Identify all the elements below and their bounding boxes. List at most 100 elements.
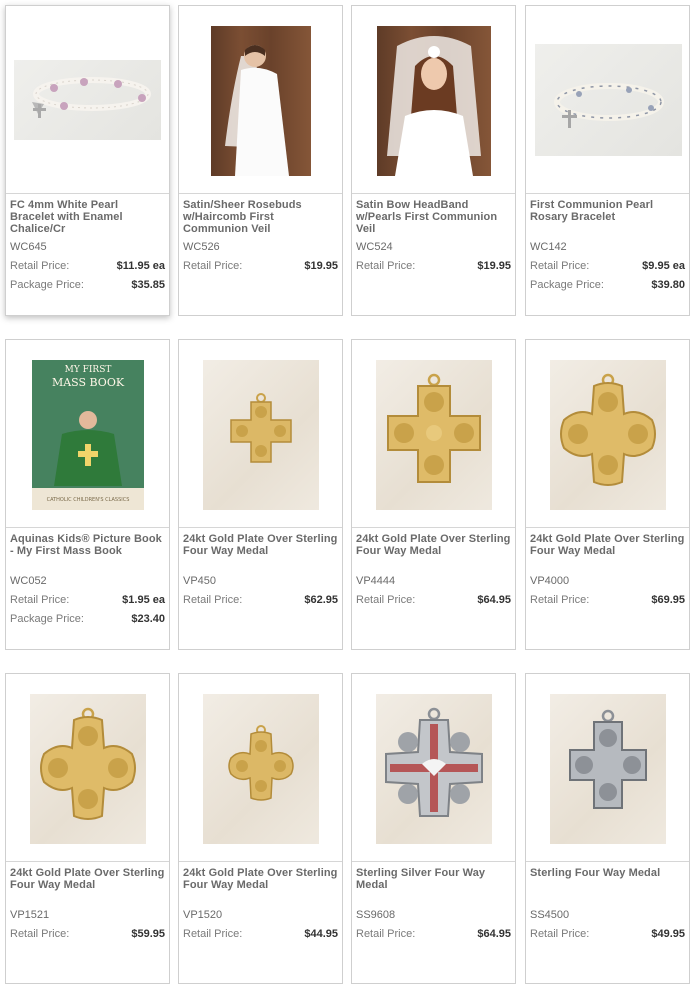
product-image[interactable] (526, 674, 689, 862)
book-series-label: CATHOLIC CHILDREN'S CLASSICS (47, 497, 130, 503)
product-sku: WC142 (530, 241, 567, 253)
package-price-label: Package Price: (530, 279, 604, 291)
retail-price-row: Retail Price: $62.95 (183, 594, 338, 607)
retail-price-row: Retail Price: $19.95 (183, 260, 338, 273)
retail-price-row: Retail Price: $1.95 ea (10, 594, 165, 607)
product-image[interactable] (179, 6, 342, 194)
product-title[interactable]: Sterling Silver Four Way Medal (356, 867, 511, 903)
product-grid: FC 4mm White Pearl Bracelet with Enamel … (0, 0, 695, 989)
product-image[interactable] (526, 6, 689, 194)
product-card[interactable]: 24kt Gold Plate Over Sterling Four Way M… (5, 673, 170, 984)
product-sku: SS9608 (356, 909, 396, 921)
retail-price-value: $1.95 ea (122, 594, 165, 606)
product-card[interactable]: Satin/Sheer Rosebuds w/Haircomb First Co… (178, 5, 343, 316)
product-title[interactable]: 24kt Gold Plate Over Sterling Four Way M… (10, 867, 165, 903)
product-card[interactable]: First Communion Pearl Rosary Bracelet WC… (525, 5, 690, 316)
product-info: Satin/Sheer Rosebuds w/Haircomb First Co… (183, 199, 338, 273)
product-info: 24kt Gold Plate Over Sterling Four Way M… (10, 867, 165, 941)
communion-veil-photo (211, 26, 311, 176)
gold-medal-photo (30, 694, 146, 844)
package-price-label: Package Price: (10, 613, 84, 625)
book-cover-photo: MY FIRST MASS BOOK CATHOLIC CHILDREN'S C… (32, 360, 144, 510)
product-image[interactable] (179, 674, 342, 862)
retail-price-value: $64.95 (477, 928, 511, 940)
product-card[interactable]: FC 4mm White Pearl Bracelet with Enamel … (5, 5, 170, 316)
silver-medal-photo (376, 694, 492, 844)
communion-veil-photo (377, 26, 491, 176)
retail-price-label: Retail Price: (356, 594, 416, 606)
retail-price-value: $9.95 ea (642, 260, 685, 272)
package-price-row: Package Price: $35.85 (10, 279, 165, 292)
product-card[interactable]: Satin Bow HeadBand w/Pearls First Commun… (351, 5, 516, 316)
product-sku: VP1520 (183, 909, 223, 921)
product-card[interactable]: Sterling Four Way Medal SS4500 Retail Pr… (525, 673, 690, 984)
product-info: Aquinas Kids® Picture Book - My First Ma… (10, 533, 165, 626)
retail-price-label: Retail Price: (530, 594, 590, 606)
package-price-row: Package Price: $23.40 (10, 613, 165, 626)
book-title-main: MASS BOOK (52, 376, 125, 389)
product-image[interactable] (352, 6, 515, 194)
product-title[interactable]: Satin/Sheer Rosebuds w/Haircomb First Co… (183, 199, 338, 235)
product-card[interactable]: Sterling Silver Four Way Medal SS9608 Re… (351, 673, 516, 984)
product-image[interactable] (6, 674, 169, 862)
product-image[interactable] (6, 6, 169, 194)
product-title[interactable]: FC 4mm White Pearl Bracelet with Enamel … (10, 199, 165, 235)
retail-price-value: $11.95 ea (116, 260, 165, 272)
product-image[interactable] (352, 674, 515, 862)
package-price-row: Package Price: $39.80 (530, 279, 685, 292)
product-info: Sterling Four Way Medal SS4500 Retail Pr… (530, 867, 685, 941)
product-info: 24kt Gold Plate Over Sterling Four Way M… (183, 867, 338, 941)
product-title[interactable]: Aquinas Kids® Picture Book - My First Ma… (10, 533, 165, 569)
product-image[interactable] (179, 340, 342, 528)
product-card[interactable]: 24kt Gold Plate Over Sterling Four Way M… (178, 339, 343, 650)
product-sku: WC645 (10, 241, 47, 253)
product-title[interactable]: Sterling Four Way Medal (530, 867, 685, 903)
retail-price-row: Retail Price: $49.95 (530, 928, 685, 941)
package-price-value: $23.40 (131, 613, 165, 625)
retail-price-row: Retail Price: $19.95 (356, 260, 511, 273)
product-card[interactable]: 24kt Gold Plate Over Sterling Four Way M… (178, 673, 343, 984)
retail-price-label: Retail Price: (356, 928, 416, 940)
product-sku: VP1521 (10, 909, 50, 921)
product-card[interactable]: MY FIRST MASS BOOK CATHOLIC CHILDREN'S C… (5, 339, 170, 650)
product-info: First Communion Pearl Rosary Bracelet WC… (530, 199, 685, 292)
retail-price-row: Retail Price: $64.95 (356, 594, 511, 607)
product-title[interactable]: 24kt Gold Plate Over Sterling Four Way M… (530, 533, 685, 569)
product-sku: SS4500 (530, 909, 570, 921)
product-image[interactable]: MY FIRST MASS BOOK CATHOLIC CHILDREN'S C… (6, 340, 169, 528)
pearl-bracelet-photo (14, 60, 161, 140)
retail-price-label: Retail Price: (183, 260, 243, 272)
retail-price-label: Retail Price: (183, 928, 243, 940)
product-card[interactable]: 24kt Gold Plate Over Sterling Four Way M… (351, 339, 516, 650)
retail-price-row: Retail Price: $59.95 (10, 928, 165, 941)
retail-price-row: Retail Price: $64.95 (356, 928, 511, 941)
product-title[interactable]: Satin Bow HeadBand w/Pearls First Commun… (356, 199, 511, 235)
package-price-value: $39.80 (651, 279, 685, 291)
package-price-value: $35.85 (131, 279, 165, 291)
product-title[interactable]: First Communion Pearl Rosary Bracelet (530, 199, 685, 235)
retail-price-value: $19.95 (477, 260, 511, 272)
retail-price-value: $49.95 (651, 928, 685, 940)
product-title[interactable]: 24kt Gold Plate Over Sterling Four Way M… (183, 867, 338, 903)
product-image[interactable] (352, 340, 515, 528)
product-title[interactable]: 24kt Gold Plate Over Sterling Four Way M… (183, 533, 338, 569)
gold-medal-photo (376, 360, 492, 510)
retail-price-label: Retail Price: (530, 928, 590, 940)
retail-price-row: Retail Price: $69.95 (530, 594, 685, 607)
gold-medal-photo (203, 694, 319, 844)
book-title-top: MY FIRST (65, 365, 112, 375)
retail-price-value: $62.95 (304, 594, 338, 606)
product-image[interactable] (526, 340, 689, 528)
retail-price-label: Retail Price: (10, 928, 70, 940)
product-info: 24kt Gold Plate Over Sterling Four Way M… (530, 533, 685, 607)
product-info: 24kt Gold Plate Over Sterling Four Way M… (183, 533, 338, 607)
product-info: Sterling Silver Four Way Medal SS9608 Re… (356, 867, 511, 941)
package-price-label: Package Price: (10, 279, 84, 291)
product-sku: WC052 (10, 575, 47, 587)
retail-price-row: Retail Price: $44.95 (183, 928, 338, 941)
retail-price-value: $64.95 (477, 594, 511, 606)
product-title[interactable]: 24kt Gold Plate Over Sterling Four Way M… (356, 533, 511, 569)
product-sku: VP4444 (356, 575, 396, 587)
product-sku: WC526 (183, 241, 220, 253)
product-card[interactable]: 24kt Gold Plate Over Sterling Four Way M… (525, 339, 690, 650)
